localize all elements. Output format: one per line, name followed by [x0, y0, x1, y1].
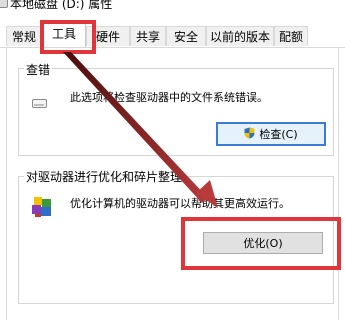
tab-quota[interactable]: 配额	[274, 26, 308, 46]
tab-general[interactable]: 常规	[6, 26, 42, 46]
title-bar: 本地磁盘 (D:) 属性	[0, 0, 345, 22]
tab-security[interactable]: 安全	[166, 26, 206, 46]
optimize-description: 优化计算机的驱动器可以帮助其更高效运行。	[70, 197, 290, 210]
optimize-title: 对驱动器进行优化和碎片整理	[24, 168, 185, 185]
error-checking-title: 查错	[24, 61, 53, 78]
window-title: 本地磁盘 (D:) 属性	[10, 0, 113, 11]
check-button[interactable]: 检查(C)	[216, 122, 326, 146]
drive-title-icon	[0, 0, 8, 8]
shield-icon	[244, 127, 255, 142]
defrag-icon	[30, 195, 54, 219]
drive-icon	[32, 93, 47, 108]
tab-sharing[interactable]: 共享	[130, 26, 166, 46]
optimize-button-highlight	[181, 217, 341, 270]
check-button-label: 检查(C)	[259, 128, 298, 141]
tools-tab-highlight	[40, 20, 96, 54]
error-checking-description: 此选项将检查驱动器中的文件系统错误。	[70, 91, 268, 104]
tab-previous-versions[interactable]: 以前的版本	[206, 26, 274, 46]
